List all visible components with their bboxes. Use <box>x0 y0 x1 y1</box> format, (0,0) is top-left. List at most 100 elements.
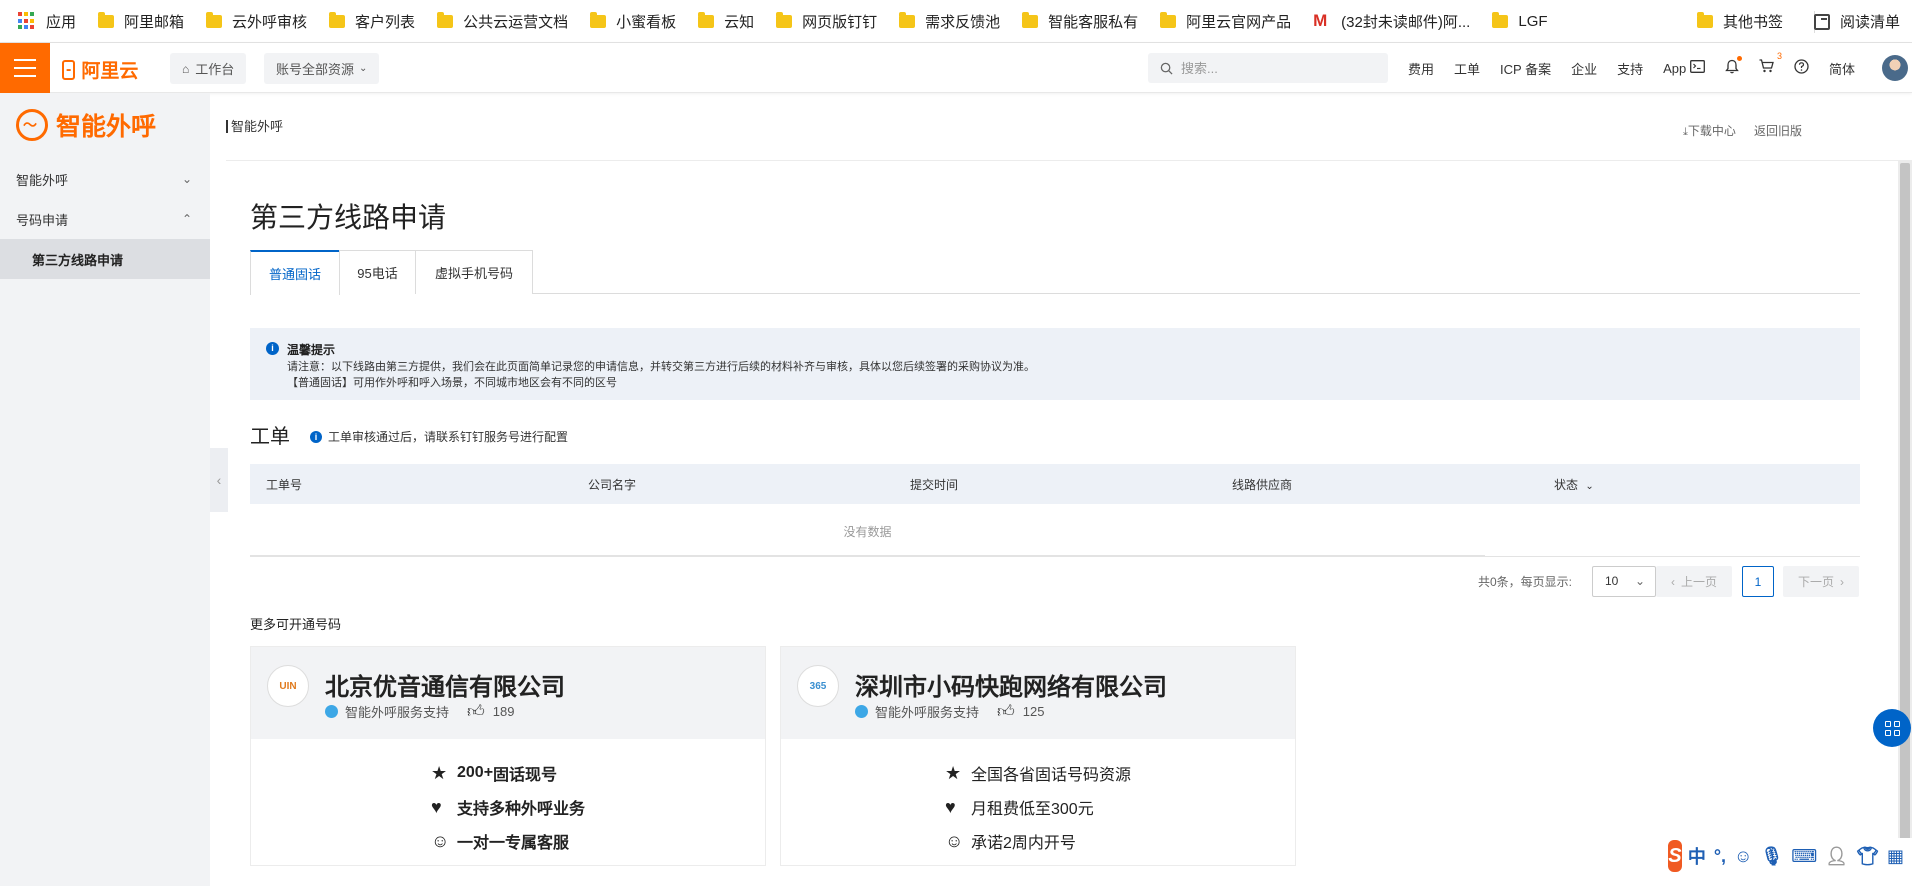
sidebar-item-outbound[interactable]: 智能外呼 ⌄ <box>0 159 210 199</box>
bookmark-apps[interactable]: 应用 <box>18 0 76 43</box>
nav-link-app[interactable]: App <box>1663 61 1686 76</box>
prev-page-button[interactable]: ‹ 上一页 <box>1656 566 1732 597</box>
console-topbar: - 阿里云 ⌂ 工作台 账号全部资源 ⌄ 费用 工单 ICP 备案 企业 支持 … <box>0 43 1912 93</box>
feature-text: 一对一专属客服 <box>457 835 570 852</box>
aliyun-logo[interactable]: - 阿里云 <box>62 56 138 83</box>
star-icon: ★ <box>431 762 448 783</box>
bookmark-item[interactable]: 客户列表 <box>329 0 415 43</box>
ime-mode-toggle[interactable]: 中 <box>1688 843 1706 869</box>
avatar[interactable] <box>1882 55 1908 81</box>
bookmark-label: 网页版钉钉 <box>802 13 878 31</box>
thumbs-up-icon[interactable]: 👍︎ <box>997 701 1015 722</box>
bookmark-item[interactable]: 阿里云官网产品 <box>1160 0 1291 43</box>
search-input[interactable] <box>1181 60 1371 76</box>
terminal-icon[interactable] <box>1690 59 1705 77</box>
feature-text: 支持多种外呼业务 <box>457 801 586 818</box>
emoji-icon[interactable]: ☺ <box>1734 846 1752 867</box>
nav-link-icp[interactable]: ICP 备案 <box>1500 59 1551 78</box>
support-label: 智能外呼服务支持 <box>345 705 450 720</box>
punctuation-icon[interactable]: °, <box>1714 846 1726 867</box>
heart-icon: ♥ <box>945 796 956 817</box>
sidebar-subitem-third-party[interactable]: 第三方线路申请 <box>0 239 210 279</box>
like-count: 189 <box>492 704 515 719</box>
bookmark-label: 其他书签 <box>1723 14 1784 31</box>
tab-landline[interactable]: 普通固话 <box>250 250 340 295</box>
card-header: UIN 北京优音通信有限公司 智能外呼服务支持 👍︎ 189 <box>251 647 765 739</box>
bell-icon[interactable] <box>1725 55 1742 78</box>
folder-icon <box>437 11 454 28</box>
language-switch[interactable]: 简体 <box>1829 59 1855 78</box>
column-status[interactable]: 状态 ⌄ <box>1554 476 1594 493</box>
bookmark-item[interactable]: 小蜜看板 <box>590 0 676 43</box>
logo-text: 阿里云 <box>81 61 139 82</box>
chevron-up-icon: ⌃ <box>181 212 192 226</box>
feature-text: 全国各省固话号码资源 <box>971 767 1132 784</box>
tab-95-number[interactable]: 95电话 <box>339 250 416 294</box>
card-meta: 智能外呼服务支持 👍︎ 125 <box>855 701 1044 722</box>
bookmark-item[interactable]: 需求反馈池 <box>899 0 1000 43</box>
nav-link-enterprise[interactable]: 企业 <box>1571 59 1597 78</box>
bookmark-item[interactable]: 云知 <box>698 0 754 43</box>
folder-icon <box>698 11 715 28</box>
table-divider <box>250 556 1860 557</box>
column-ticket-id: 工单号 <box>266 478 303 492</box>
bookmark-gmail[interactable]: M (32封未读邮件)阿... <box>1313 0 1470 43</box>
resources-dropdown[interactable]: 账号全部资源 ⌄ <box>264 53 380 84</box>
chevron-left-icon: ‹ <box>1670 574 1675 589</box>
page-number-current[interactable]: 1 <box>1742 566 1774 597</box>
cart-icon[interactable]: 3 <box>1759 51 1782 77</box>
tab-virtual-mobile[interactable]: 虚拟手机号码 <box>415 250 533 294</box>
folder-icon <box>1697 12 1713 28</box>
floating-apps-button[interactable] <box>1873 709 1911 747</box>
keyboard-icon[interactable]: ⌨ <box>1791 846 1817 867</box>
microphone-icon[interactable]: 🎙︎ <box>1760 846 1783 867</box>
like-count: 125 <box>1022 704 1045 719</box>
workbench-button[interactable]: ⌂ 工作台 <box>170 53 247 84</box>
bookmark-item[interactable]: 公共云运营文档 <box>437 0 568 43</box>
bookmark-item[interactable]: 云外呼审核 <box>206 0 307 43</box>
chevron-down-icon: ⌄ <box>181 172 192 186</box>
product-logo: 智能外呼 <box>16 107 156 143</box>
user-icon[interactable]: 👤︎ <box>1825 846 1848 867</box>
page-size-select[interactable]: 10 ⌄ <box>1592 566 1656 597</box>
next-page-button[interactable]: 下一页 › <box>1783 566 1859 597</box>
nav-link-support[interactable]: 支持 <box>1617 59 1643 78</box>
skin-icon[interactable]: 👕︎ <box>1856 846 1879 867</box>
provider-card[interactable]: UIN 北京优音通信有限公司 智能外呼服务支持 👍︎ 189 ★ 200+ 固话现… <box>250 646 766 866</box>
workbench-label: 工作台 <box>195 62 235 77</box>
company-name: 北京优音通信有限公司 <box>325 674 565 701</box>
back-to-old-link[interactable]: 返回旧版 <box>1754 122 1802 139</box>
bookmark-other[interactable]: 其他书签 <box>1697 0 1783 43</box>
bookmark-item[interactable]: LGF <box>1492 0 1548 43</box>
bookmark-item[interactable]: 阿里邮箱 <box>98 0 184 43</box>
nav-link-billing[interactable]: 费用 <box>1408 59 1434 78</box>
menu-button[interactable] <box>0 43 50 93</box>
help-icon[interactable] <box>1794 58 1809 78</box>
heart-icon: ♥ <box>431 796 442 817</box>
column-provider: 线路供应商 <box>1232 478 1293 492</box>
bookmark-label: 小蜜看板 <box>616 13 677 31</box>
top-nav-icons: 3 简体 <box>1690 43 1875 93</box>
nav-link-tickets[interactable]: 工单 <box>1454 59 1480 78</box>
sidebar-collapse-handle[interactable]: ‹ <box>210 448 228 512</box>
column-status-label: 状态 <box>1554 478 1579 492</box>
toolbox-icon[interactable]: ▦ <box>1887 846 1904 867</box>
thumbs-up-icon[interactable]: 👍︎ <box>467 701 485 722</box>
sogou-logo-icon[interactable]: S <box>1668 840 1682 872</box>
reading-list-icon <box>1814 13 1830 30</box>
bookmark-label: (32封未读邮件)阿... <box>1341 13 1471 31</box>
bookmark-item[interactable]: 网页版钉钉 <box>776 0 877 43</box>
sidebar-item-number-apply[interactable]: 号码申请 ⌃ <box>0 199 210 239</box>
notice-line: 【普通固话】可用作外呼和呼入场景，不同城市地区会有不同的区号 <box>287 377 617 389</box>
section-tip: i 工单审核通过后，请联系钉钉服务号进行配置 <box>310 428 568 445</box>
bookmark-reading-list[interactable]: 阅读清单 <box>1814 0 1900 43</box>
pager-total: 共0条，每页显示: <box>1478 575 1573 589</box>
download-center-link[interactable]: ⤓下载中心 <box>1683 122 1736 139</box>
apps-grid-icon <box>18 12 36 30</box>
folder-icon <box>1492 11 1509 28</box>
provider-card[interactable]: 365 深圳市小码快跑网络有限公司 智能外呼服务支持 👍︎ 125 ★ 全国各省… <box>780 646 1296 866</box>
search-box[interactable] <box>1148 53 1388 83</box>
chevron-down-icon: ⌄ <box>1634 574 1645 588</box>
bookmark-item[interactable]: 智能客服私有 <box>1022 0 1138 43</box>
scrollbar-thumb[interactable] <box>1900 163 1910 863</box>
